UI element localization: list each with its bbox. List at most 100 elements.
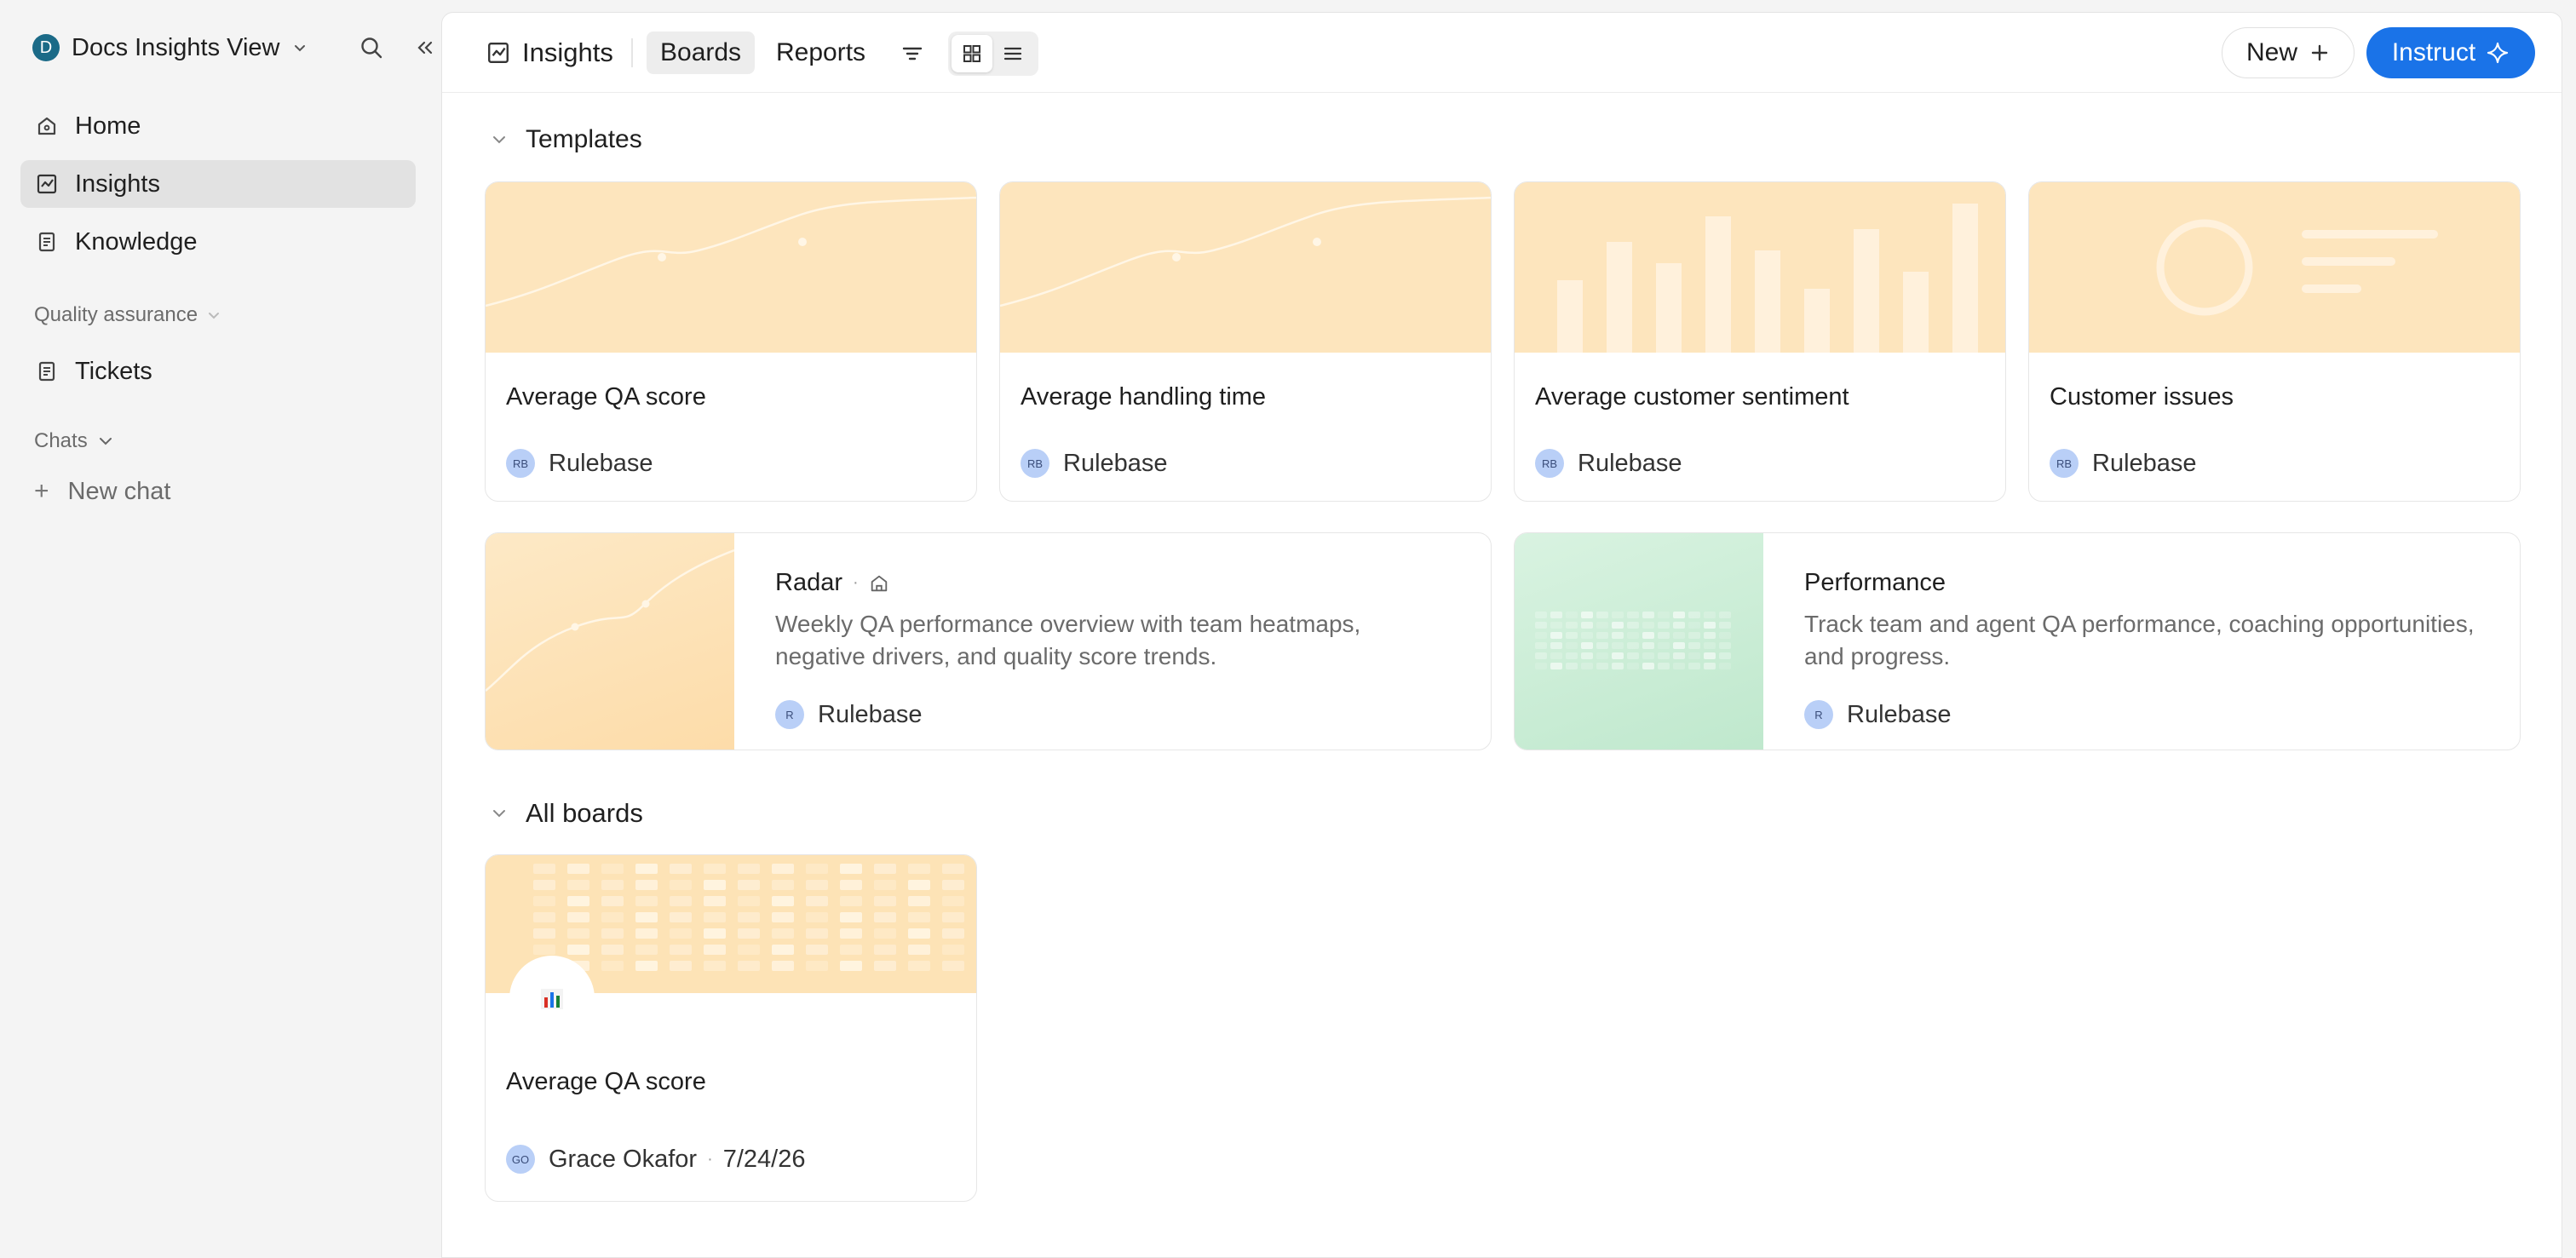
template-card-performance[interactable]: Performance Track team and agent QA perf…: [1514, 532, 2521, 750]
sidebar-item-home[interactable]: Home: [20, 102, 416, 150]
heatmap-cell: [874, 945, 896, 955]
heatmap-cell: [942, 961, 964, 971]
section-chats[interactable]: Chats: [34, 429, 115, 453]
heatmap-cell: [1704, 642, 1716, 649]
separator-dot: ·: [853, 573, 859, 592]
heatmap-cell: [635, 864, 658, 874]
heatmap-cell: [601, 945, 624, 955]
heatmap-cell: [840, 880, 862, 890]
heatmap-cell: [1673, 642, 1685, 649]
heatmap-cell: [874, 961, 896, 971]
tab-boards[interactable]: Boards: [647, 32, 756, 74]
heatmap-cell: [567, 945, 589, 955]
heatmap-graphic: [1535, 612, 1731, 669]
heatmap-cell: [1658, 612, 1670, 618]
heatmap-cell: [1688, 612, 1700, 618]
heatmap-cell: [670, 880, 692, 890]
heatmap-cell: [1566, 652, 1578, 659]
heatmap-cell: [840, 961, 862, 971]
instruct-button[interactable]: Instruct: [2366, 27, 2535, 78]
section-quality-assurance[interactable]: Quality assurance: [34, 303, 221, 327]
chevrons-left-icon: [417, 41, 433, 55]
heatmap-cell: [1535, 622, 1547, 629]
heatmap-cell: [1550, 612, 1562, 618]
heatmap-cell: [567, 928, 589, 939]
heatmap-cell: [567, 896, 589, 906]
heatmap-cell: [942, 864, 964, 874]
templates-toggle[interactable]: Templates: [490, 125, 642, 154]
template-card-average-customer-sentiment[interactable]: Average customer sentiment RB Rulebase: [1514, 181, 2006, 502]
new-button[interactable]: New: [2222, 27, 2355, 78]
heatmap-cell: [704, 896, 726, 906]
line-chart-thumbnail: [1000, 182, 1491, 353]
search-button[interactable]: [353, 29, 390, 66]
template-card-radar[interactable]: Radar · Weekly QA performance overview w…: [485, 532, 1492, 750]
sidebar-item-insights[interactable]: Insights: [20, 160, 416, 208]
new-chat-button[interactable]: + New chat: [34, 477, 170, 506]
tab-reports[interactable]: Reports: [762, 32, 879, 74]
filter-button[interactable]: [895, 37, 929, 71]
heatmap-cell: [1673, 652, 1685, 659]
heatmap-cell: [1581, 632, 1593, 639]
heatmap-cell: [1642, 642, 1654, 649]
heatmap-cell: [1550, 632, 1562, 639]
workspace-switcher[interactable]: D Docs Insights View: [32, 29, 308, 66]
heatmap-cell: [1642, 652, 1654, 659]
all-boards-toggle[interactable]: All boards: [490, 798, 643, 829]
avatar: RB: [1535, 449, 1564, 478]
heatmap-cell: [1612, 642, 1624, 649]
home-icon: [34, 113, 60, 139]
heatmap-cell: [1688, 652, 1700, 659]
section-label: Chats: [34, 429, 88, 452]
heatmap-cell: [1642, 622, 1654, 629]
heatmap-cell: [874, 896, 896, 906]
heatmap-cell: [670, 928, 692, 939]
heatmap-cell: [738, 928, 760, 939]
list-icon: [1003, 47, 1022, 60]
heatmap-cell: [533, 945, 555, 955]
chevron-down-icon: [493, 136, 505, 144]
heatmap-cell: [772, 961, 794, 971]
card-title-text: Performance: [1804, 569, 1946, 596]
heatmap-cell: [772, 928, 794, 939]
collapse-sidebar-button[interactable]: [406, 29, 444, 66]
heatmap-cell: [1550, 622, 1562, 629]
page-title-text: Insights: [522, 37, 613, 67]
grid-view-button[interactable]: [952, 35, 992, 72]
owner-name: Rulebase: [1063, 449, 1168, 477]
heatmap-cell: [942, 880, 964, 890]
heatmap-cell: [942, 912, 964, 922]
heatmap-cell: [738, 896, 760, 906]
heatmap-cell: [1719, 622, 1731, 629]
heatmap-cell: [1719, 612, 1731, 618]
heatmap-cell: [1673, 612, 1685, 618]
template-card-customer-issues[interactable]: Customer issues RB Rulebase: [2028, 181, 2521, 502]
card-description: Track team and agent QA performance, coa…: [1804, 611, 2475, 669]
plus-icon: +: [34, 477, 49, 505]
heatmap-cell: [670, 912, 692, 922]
line-chart-thumbnail: [486, 182, 976, 353]
heatmap-cell: [738, 961, 760, 971]
template-card-average-qa-score[interactable]: Average QA score RB Rulebase: [485, 181, 977, 502]
heatmap-cell: [635, 880, 658, 890]
list-view-button[interactable]: [992, 35, 1033, 72]
heatmap-cell: [874, 880, 896, 890]
heatmap-cell: [1581, 663, 1593, 669]
board-card-average-qa-score[interactable]: Average QA score GO Grace Okafor · 7/24/…: [485, 854, 977, 1202]
sidebar-item-knowledge[interactable]: Knowledge: [20, 218, 416, 266]
sidebar-item-tickets[interactable]: Tickets: [20, 348, 416, 395]
card-title-text: Radar: [775, 569, 842, 596]
owner-name: Rulebase: [818, 700, 923, 728]
heatmap-cell: [1704, 632, 1716, 639]
template-card-average-handling-time[interactable]: Average handling time RB Rulebase: [999, 181, 1492, 502]
sparkle-icon: [2487, 42, 2509, 64]
heatmap-cell: [840, 912, 862, 922]
chevron-down-icon: [493, 810, 505, 818]
heatmap-cell: [840, 945, 862, 955]
heatmap-cell: [533, 880, 555, 890]
donut-chart-thumbnail: [2029, 182, 2520, 353]
heatmap-cell: [1566, 612, 1578, 618]
trend-line-graphic: [486, 196, 976, 307]
avatar: R: [775, 700, 804, 729]
heatmap-cell: [1719, 642, 1731, 649]
